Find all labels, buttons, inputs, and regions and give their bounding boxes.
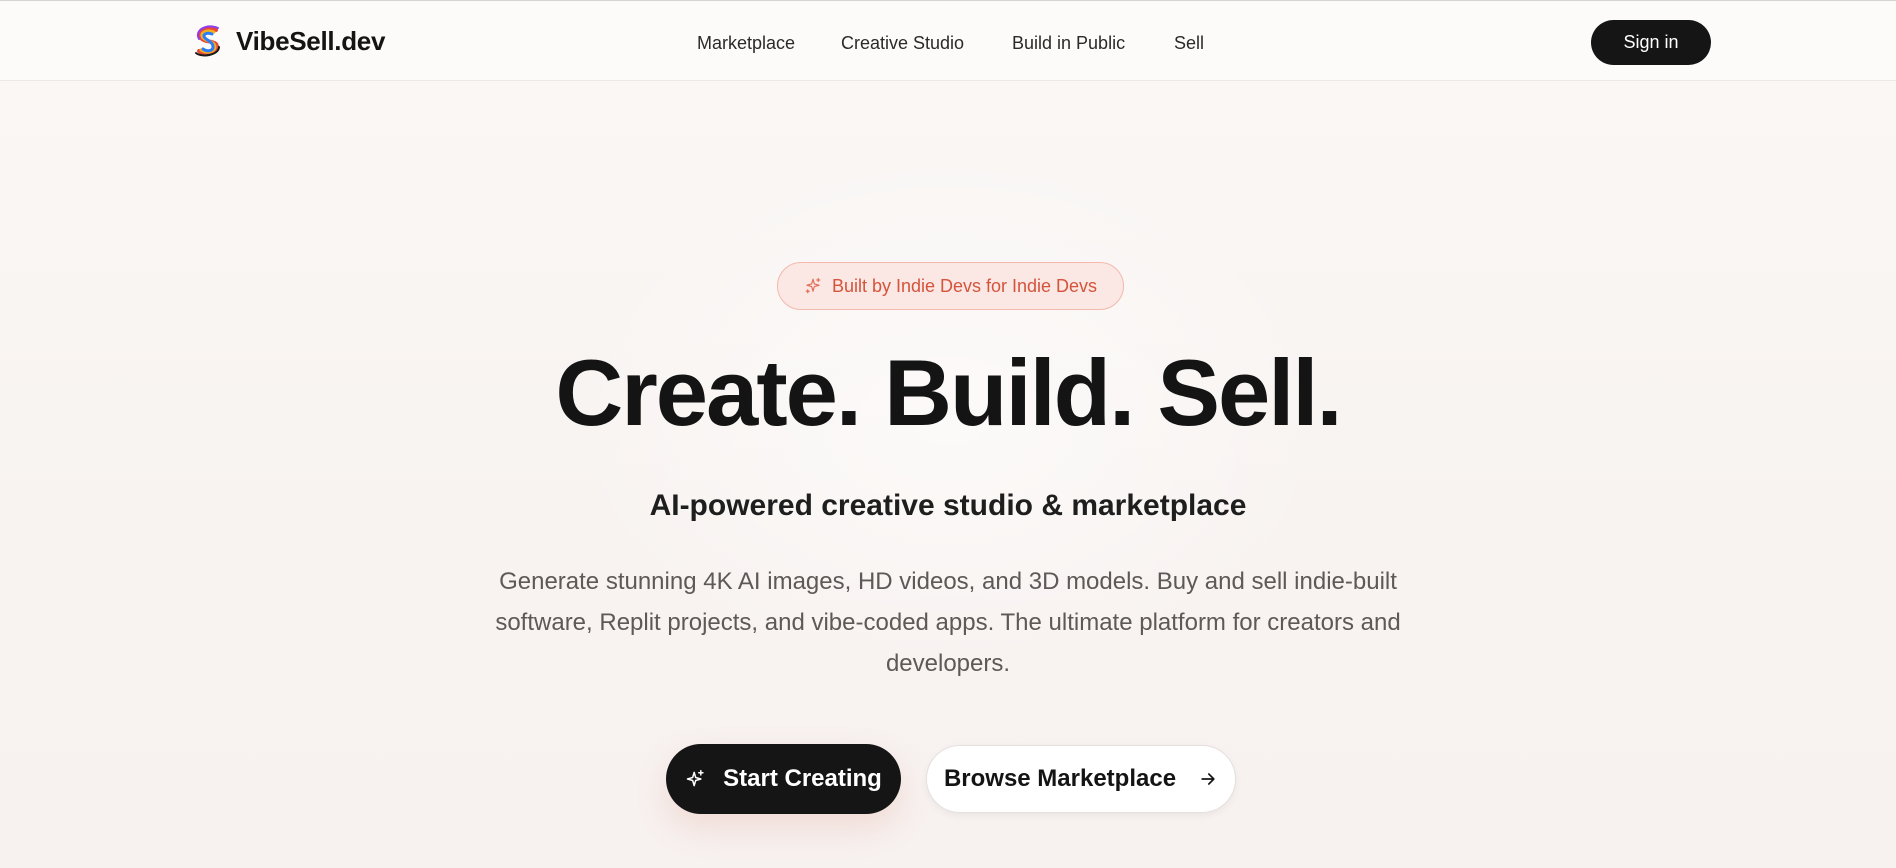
nav-item-creative-studio[interactable]: Creative Studio [841,29,964,57]
start-creating-label: Start Creating [723,765,882,792]
site-header: VibeSell.dev Marketplace Creative Studio… [0,1,1896,81]
hero-badge: Built by Indie Devs for Indie Devs [777,262,1124,310]
hero-subtitle: AI-powered creative studio & marketplace [649,489,1247,522]
browse-marketplace-label: Browse Marketplace [943,765,1177,792]
nav-item-sell[interactable]: Sell [1174,29,1204,57]
arrow-right-icon [1201,773,1215,785]
hero-description: Generate stunning 4K AI images, HD video… [495,568,1401,677]
browse-marketplace-button[interactable]: Browse Marketplace [926,745,1236,813]
sparkles-icon [805,277,821,294]
hero-section: Built by Indie Devs for Indie Devs Creat… [0,82,1896,868]
start-creating-button[interactable]: Start Creating [666,744,901,814]
nav-item-build-in-public[interactable]: Build in Public [1012,29,1125,57]
sparkles-icon [686,769,704,787]
sign-in-button[interactable]: Sign in [1591,20,1711,65]
hero-badge-text: Built by Indie Devs for Indie Devs [831,275,1098,296]
nav-item-marketplace[interactable]: Marketplace [697,29,795,57]
hero-headline: Create. Build. Sell. [555,340,1342,445]
